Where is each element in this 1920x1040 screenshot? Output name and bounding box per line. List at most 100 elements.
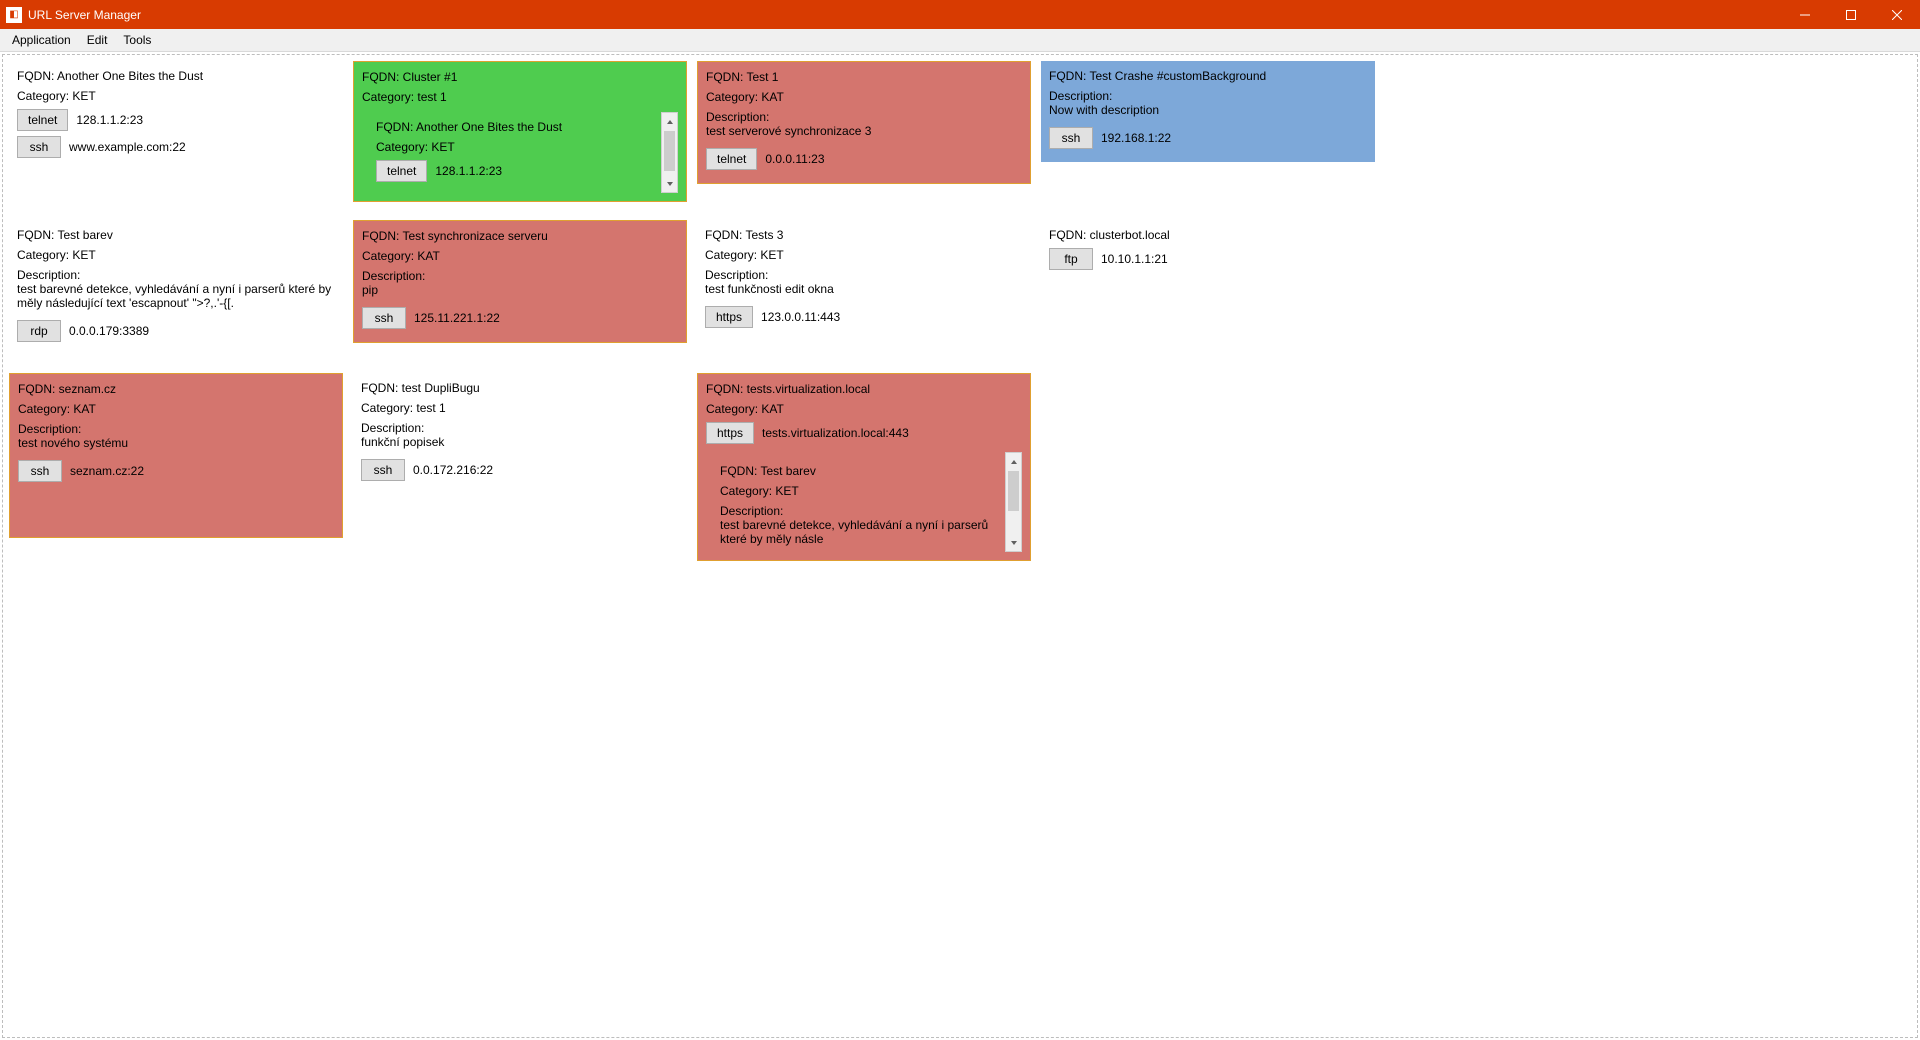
server-card[interactable]: FQDN: Test synchronizace serveru Categor… [353, 220, 687, 343]
protocol-button-telnet[interactable]: telnet [706, 148, 757, 170]
protocol-button-telnet[interactable]: telnet [17, 109, 68, 131]
scroll-thumb[interactable] [1008, 471, 1019, 511]
fqdn-line: FQDN: clusterbot.local [1049, 228, 1367, 242]
address-text: 0.0.0.179:3389 [69, 324, 149, 338]
server-card[interactable]: FQDN: Tests 3 Category: KET Description:… [697, 220, 1031, 341]
server-card[interactable]: FQDN: Test Crashe #customBackground Desc… [1041, 61, 1375, 162]
fqdn-line: FQDN: Test barev [720, 464, 1004, 478]
server-card[interactable]: FQDN: seznam.cz Category: KAT Descriptio… [9, 373, 343, 538]
main-area: FQDN: Another One Bites the Dust Categor… [2, 54, 1918, 1038]
window-minimize-button[interactable] [1782, 0, 1828, 29]
category-line: Category: KAT [706, 402, 1022, 416]
server-card[interactable]: FQDN: test DupliBugu Category: test 1 De… [353, 373, 687, 494]
address-text: 123.0.0.11:443 [761, 310, 840, 324]
address-text: 10.10.1.1:21 [1101, 252, 1168, 266]
fqdn-line: FQDN: Test Crashe #customBackground [1049, 69, 1367, 83]
window-maximize-button[interactable] [1828, 0, 1874, 29]
protocol-row: rdp 0.0.0.179:3389 [17, 320, 335, 342]
protocol-row: https 123.0.0.11:443 [705, 306, 1023, 328]
address-text: www.example.com:22 [69, 140, 186, 154]
protocol-row: ssh 192.168.1:22 [1049, 127, 1367, 149]
fqdn-line: FQDN: test DupliBugu [361, 381, 679, 395]
fqdn-line: FQDN: seznam.cz [18, 382, 334, 396]
category-line: Category: KAT [18, 402, 334, 416]
description-block: Description: test nového systému [18, 422, 334, 450]
scroll-down-button[interactable] [1006, 534, 1021, 551]
nested-panel: FQDN: Another One Bites the Dust Categor… [362, 112, 678, 193]
description-block: Description: funkční popisek [361, 421, 679, 449]
scrollbar[interactable] [661, 112, 678, 193]
protocol-row: ftp 10.10.1.1:21 [1049, 248, 1367, 270]
protocol-button-https[interactable]: https [705, 306, 753, 328]
protocol-button-ssh[interactable]: ssh [361, 459, 405, 481]
chevron-down-icon [666, 180, 674, 188]
protocol-row: ssh www.example.com:22 [17, 136, 335, 158]
fqdn-line: FQDN: Tests 3 [705, 228, 1023, 242]
server-card[interactable]: FQDN: clusterbot.local ftp 10.10.1.1:21 [1041, 220, 1375, 283]
menubar: Application Edit Tools [0, 29, 1920, 52]
description-block: Description: test funkčnosti edit okna [705, 268, 1023, 296]
address-text: seznam.cz:22 [70, 464, 144, 478]
menu-application[interactable]: Application [4, 29, 79, 51]
menu-edit[interactable]: Edit [79, 29, 116, 51]
protocol-button-telnet[interactable]: telnet [376, 160, 427, 182]
category-line: Category: test 1 [362, 90, 678, 104]
maximize-icon [1846, 10, 1856, 20]
server-card[interactable]: FQDN: Test barev Category: KET Descripti… [9, 220, 343, 355]
server-grid: FQDN: Another One Bites the Dust Categor… [9, 61, 1911, 561]
protocol-row: https tests.virtualization.local:443 [706, 422, 1022, 444]
fqdn-line: FQDN: Test 1 [706, 70, 1022, 84]
category-line: Category: KAT [362, 249, 678, 263]
category-line: Category: KET [705, 248, 1023, 262]
nested-panel: FQDN: Test barev Category: KET Descripti… [706, 452, 1022, 552]
category-line: Category: KET [720, 484, 1004, 498]
protocol-row: ssh seznam.cz:22 [18, 460, 334, 482]
protocol-button-ssh[interactable]: ssh [17, 136, 61, 158]
chevron-up-icon [666, 118, 674, 126]
protocol-row: telnet 128.1.1.2:23 [17, 109, 335, 131]
scroll-up-button[interactable] [662, 113, 677, 130]
address-text: 192.168.1:22 [1101, 131, 1171, 145]
fqdn-line: FQDN: Test synchronizace serveru [362, 229, 678, 243]
scroll-down-button[interactable] [662, 175, 677, 192]
scrollbar[interactable] [1005, 452, 1022, 552]
address-text: 128.1.1.2:23 [435, 164, 502, 178]
protocol-row: ssh 0.0.172.216:22 [361, 459, 679, 481]
scroll-up-button[interactable] [1006, 453, 1021, 470]
window-title: URL Server Manager [28, 8, 141, 22]
fqdn-line: FQDN: Another One Bites the Dust [376, 120, 660, 134]
server-card[interactable]: FQDN: Cluster #1 Category: test 1 FQDN: … [353, 61, 687, 202]
minimize-icon [1800, 10, 1810, 20]
protocol-button-ssh[interactable]: ssh [18, 460, 62, 482]
menu-tools[interactable]: Tools [115, 29, 159, 51]
category-line: Category: KAT [706, 90, 1022, 104]
close-icon [1892, 10, 1902, 20]
protocol-row: telnet 128.1.1.2:23 [376, 160, 660, 182]
protocol-button-rdp[interactable]: rdp [17, 320, 61, 342]
fqdn-line: FQDN: Another One Bites the Dust [17, 69, 335, 83]
protocol-button-https[interactable]: https [706, 422, 754, 444]
description-block: Description: test barevné detekce, vyhle… [720, 504, 1004, 546]
scroll-thumb[interactable] [664, 131, 675, 171]
description-block: Description: test barevné detekce, vyhle… [17, 268, 335, 310]
protocol-row: telnet 0.0.0.11:23 [706, 148, 1022, 170]
protocol-button-ssh[interactable]: ssh [1049, 127, 1093, 149]
window-close-button[interactable] [1874, 0, 1920, 29]
chevron-up-icon [1010, 458, 1018, 466]
category-line: Category: KET [376, 140, 660, 154]
category-line: Category: KET [17, 248, 335, 262]
protocol-button-ftp[interactable]: ftp [1049, 248, 1093, 270]
fqdn-line: FQDN: tests.virtualization.local [706, 382, 1022, 396]
server-card[interactable]: FQDN: Another One Bites the Dust Categor… [9, 61, 343, 171]
server-card[interactable]: FQDN: tests.virtualization.local Categor… [697, 373, 1031, 561]
fqdn-line: FQDN: Test barev [17, 228, 335, 242]
address-text: 0.0.172.216:22 [413, 463, 493, 477]
server-card[interactable]: FQDN: Test 1 Category: KAT Description: … [697, 61, 1031, 184]
chevron-down-icon [1010, 539, 1018, 547]
protocol-row: ssh 125.11.221.1:22 [362, 307, 678, 329]
address-text: 0.0.0.11:23 [765, 152, 824, 166]
category-line: Category: test 1 [361, 401, 679, 415]
protocol-button-ssh[interactable]: ssh [362, 307, 406, 329]
description-block: Description: Now with description [1049, 89, 1367, 117]
category-line: Category: KET [17, 89, 335, 103]
